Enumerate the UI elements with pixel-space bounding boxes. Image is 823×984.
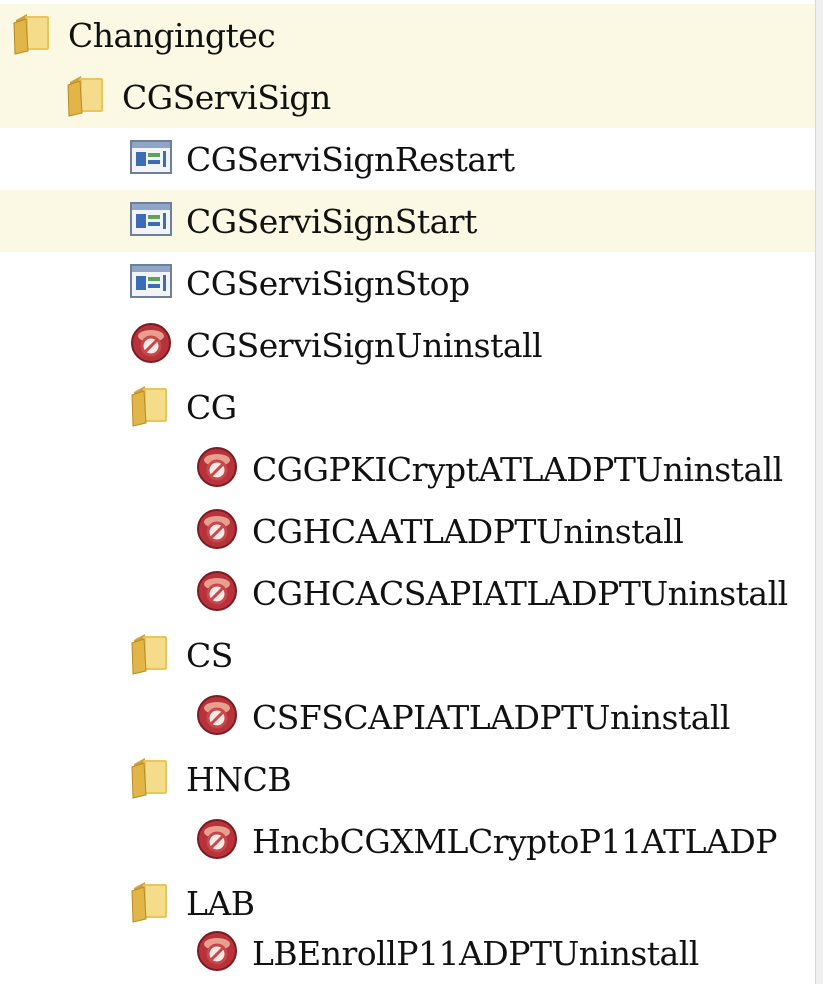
- uninstall-icon: [196, 930, 238, 976]
- uninstall-icon: [196, 570, 238, 616]
- tree-item-csfscapiatladptuninstall[interactable]: CSFSCAPIATLADPTUninstall: [0, 686, 823, 748]
- tree-item-changingtec[interactable]: Changingtec: [0, 4, 823, 66]
- tree-item-label: CGServiSignUninstall: [186, 325, 543, 365]
- app-window-icon: [130, 139, 172, 179]
- tree-item-label: CGHCAATLADPTUninstall: [252, 511, 684, 551]
- tree-item-label: CG: [186, 387, 237, 427]
- tree-item-hncbcgxmlcryptop11atladp[interactable]: HncbCGXMLCryptoP11ATLADP: [0, 810, 823, 872]
- start-menu-program-tree: Changingtec CGServiSign CGServiSignResta…: [0, 0, 823, 984]
- tree-item-cggpkicryptatladptuninstall[interactable]: CGGPKICryptATLADPTUninstall: [0, 438, 823, 500]
- uninstall-icon: [130, 322, 172, 368]
- tree-item-label: CGServiSign: [122, 77, 331, 117]
- tree-item-label: CGServiSignStop: [186, 263, 470, 303]
- uninstall-icon: [196, 446, 238, 492]
- folder-icon: [130, 383, 172, 431]
- uninstall-icon: [196, 694, 238, 740]
- uninstall-icon: [196, 818, 238, 864]
- tree-item-lbenrollp11adptuninstall[interactable]: LBEnrollP11ADPTUninstall: [0, 922, 823, 984]
- tree-item-label: CGHCACSAPIATLADPTUninstall: [252, 573, 788, 613]
- folder-icon: [130, 631, 172, 679]
- tree-item-cghcacsapiatladptuninstall[interactable]: CGHCACSAPIATLADPTUninstall: [0, 562, 823, 624]
- tree-item-label: LAB: [186, 883, 255, 923]
- tree-item-cg[interactable]: CG: [0, 376, 823, 438]
- tree-item-label: HncbCGXMLCryptoP11ATLADP: [252, 821, 778, 861]
- tree-item-label: LBEnrollP11ADPTUninstall: [252, 933, 699, 973]
- uninstall-icon: [196, 508, 238, 554]
- tree-item-cs[interactable]: CS: [0, 624, 823, 686]
- tree-item-label: CGServiSignStart: [186, 201, 477, 241]
- tree-item-label: Changingtec: [68, 15, 276, 55]
- tree-item-cgservisignrestart[interactable]: CGServiSignRestart: [0, 128, 823, 190]
- tree-item-label: CGGPKICryptATLADPTUninstall: [252, 449, 783, 489]
- tree-item-label: CSFSCAPIATLADPTUninstall: [252, 697, 731, 737]
- scrollbar-edge[interactable]: [815, 0, 823, 984]
- folder-icon: [130, 879, 172, 927]
- app-window-icon: [130, 201, 172, 241]
- folder-icon: [130, 755, 172, 803]
- folder-icon: [66, 73, 108, 121]
- tree-item-label: CS: [186, 635, 233, 675]
- tree-item-cgservisignstop[interactable]: CGServiSignStop: [0, 252, 823, 314]
- tree-item-hncb[interactable]: HNCB: [0, 748, 823, 810]
- tree-item-cgservisignstart[interactable]: CGServiSignStart: [0, 190, 823, 252]
- app-window-icon: [130, 263, 172, 303]
- tree-item-cghcaatladptuninstall[interactable]: CGHCAATLADPTUninstall: [0, 500, 823, 562]
- tree-item-label: CGServiSignRestart: [186, 139, 515, 179]
- tree-item-label: HNCB: [186, 759, 292, 799]
- folder-icon: [12, 11, 54, 59]
- tree-item-cgservisignuninstall[interactable]: CGServiSignUninstall: [0, 314, 823, 376]
- tree-item-cgservisign[interactable]: CGServiSign: [0, 66, 823, 128]
